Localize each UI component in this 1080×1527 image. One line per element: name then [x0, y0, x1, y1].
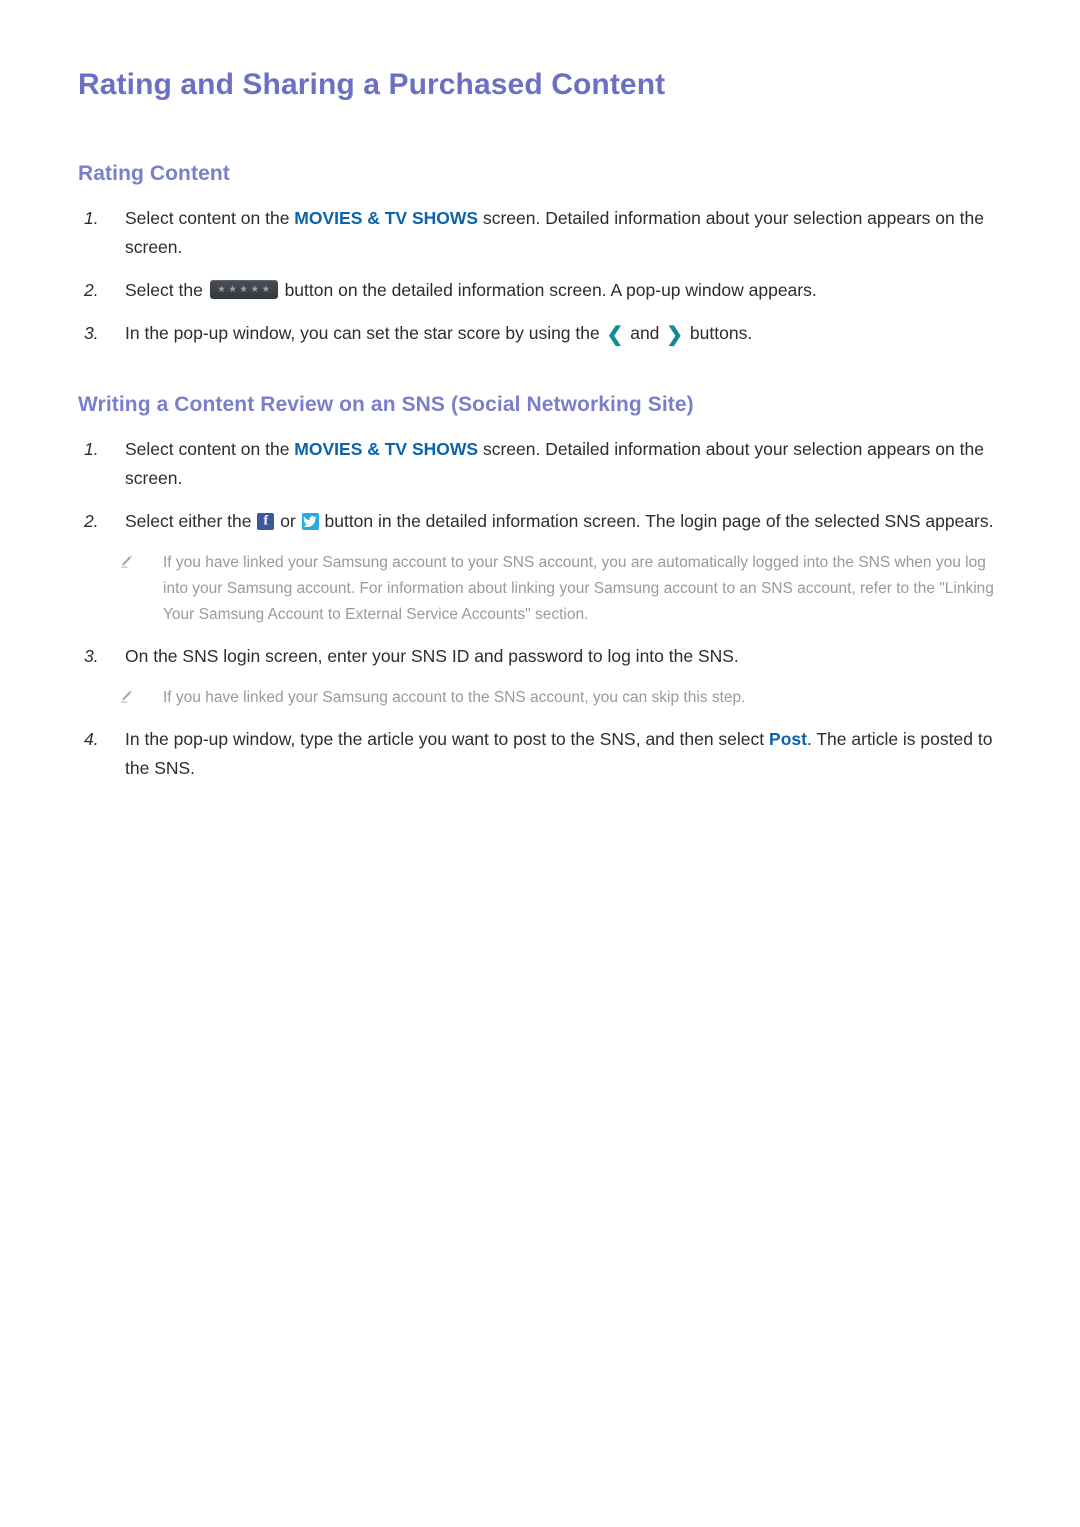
- step-text-fragment: Select either the: [125, 511, 257, 531]
- step-item: 3. On the SNS login screen, enter your S…: [78, 642, 1013, 671]
- step-text-fragment: Select the: [125, 280, 208, 300]
- section-heading-rating-content: Rating Content: [78, 162, 230, 185]
- step-item: 3. In the pop-up window, you can set the…: [78, 319, 1013, 350]
- step-number: 4.: [84, 729, 99, 749]
- step-item: 2. Select either the or button in the de…: [78, 507, 1013, 536]
- step-text: In the pop-up window, type the article y…: [125, 725, 1013, 783]
- step-item: 1. Select content on the MOVIES & TV SHO…: [78, 204, 1013, 262]
- section-heading-writing-content-review: Writing a Content Review on an SNS (Soci…: [78, 393, 694, 416]
- note-block: If you have linked your Samsung account …: [78, 550, 1013, 628]
- twitter-icon[interactable]: [301, 513, 319, 530]
- step-number: 2.: [84, 280, 99, 300]
- page-title: Rating and Sharing a Purchased Content: [78, 68, 666, 101]
- facebook-icon[interactable]: [257, 513, 275, 530]
- step-text: Select content on the MOVIES & TV SHOWS …: [125, 435, 1013, 493]
- step-text: Select the ★★★★★ button on the detailed …: [125, 276, 1013, 305]
- pencil-icon: [118, 689, 134, 705]
- star-glyphs: ★★★★★: [217, 283, 273, 295]
- step-item: 4. In the pop-up window, type the articl…: [78, 725, 1013, 783]
- step-text: In the pop-up window, you can set the st…: [125, 319, 1013, 350]
- step-text: Select either the or button in the detai…: [125, 507, 1013, 536]
- note-text: If you have linked your Samsung account …: [163, 554, 994, 623]
- step-item: 2. Select the ★★★★★ button on the detail…: [78, 276, 1013, 305]
- note-block: If you have linked your Samsung account …: [78, 685, 1013, 711]
- post-label: Post: [769, 729, 807, 749]
- pencil-icon: [118, 554, 134, 570]
- step-number: 3.: [84, 646, 99, 666]
- chevron-left-icon[interactable]: ❮: [605, 321, 626, 350]
- step-list-sns-review: 1. Select content on the MOVIES & TV SHO…: [78, 435, 1013, 797]
- step-number: 1.: [84, 208, 99, 228]
- step-text-fragment: button in the detailed information scree…: [319, 511, 994, 531]
- step-text-fragment: button on the detailed information scree…: [279, 280, 817, 300]
- step-number: 2.: [84, 511, 99, 531]
- step-list-rating-content: 1. Select content on the MOVIES & TV SHO…: [78, 204, 1013, 364]
- document-page: Rating and Sharing a Purchased Content R…: [0, 0, 1080, 1527]
- step-text: On the SNS login screen, enter your SNS …: [125, 646, 739, 666]
- chevron-right-icon[interactable]: ❯: [664, 321, 685, 350]
- step-text-fragment: buttons.: [685, 323, 753, 343]
- note-text: If you have linked your Samsung account …: [163, 689, 746, 706]
- twitter-bird-glyph: [303, 516, 317, 527]
- step-text-fragment: Select content on the: [125, 439, 295, 459]
- step-text-fragment: In the pop-up window, type the article y…: [125, 729, 770, 749]
- step-text-fragment: and: [625, 323, 665, 343]
- step-text-fragment: Select content on the: [125, 208, 295, 228]
- movies-tv-shows-label: MOVIES & TV SHOWS: [294, 439, 479, 459]
- step-number: 3.: [84, 323, 99, 343]
- step-text: Select content on the MOVIES & TV SHOWS …: [125, 204, 1013, 262]
- step-text-fragment: In the pop-up window, you can set the st…: [125, 323, 605, 343]
- step-item: 1. Select content on the MOVIES & TV SHO…: [78, 435, 1013, 493]
- star-rating-button-icon[interactable]: ★★★★★: [209, 280, 278, 299]
- step-text-fragment: or: [275, 511, 301, 531]
- step-number: 1.: [84, 439, 99, 459]
- movies-tv-shows-label: MOVIES & TV SHOWS: [294, 208, 479, 228]
